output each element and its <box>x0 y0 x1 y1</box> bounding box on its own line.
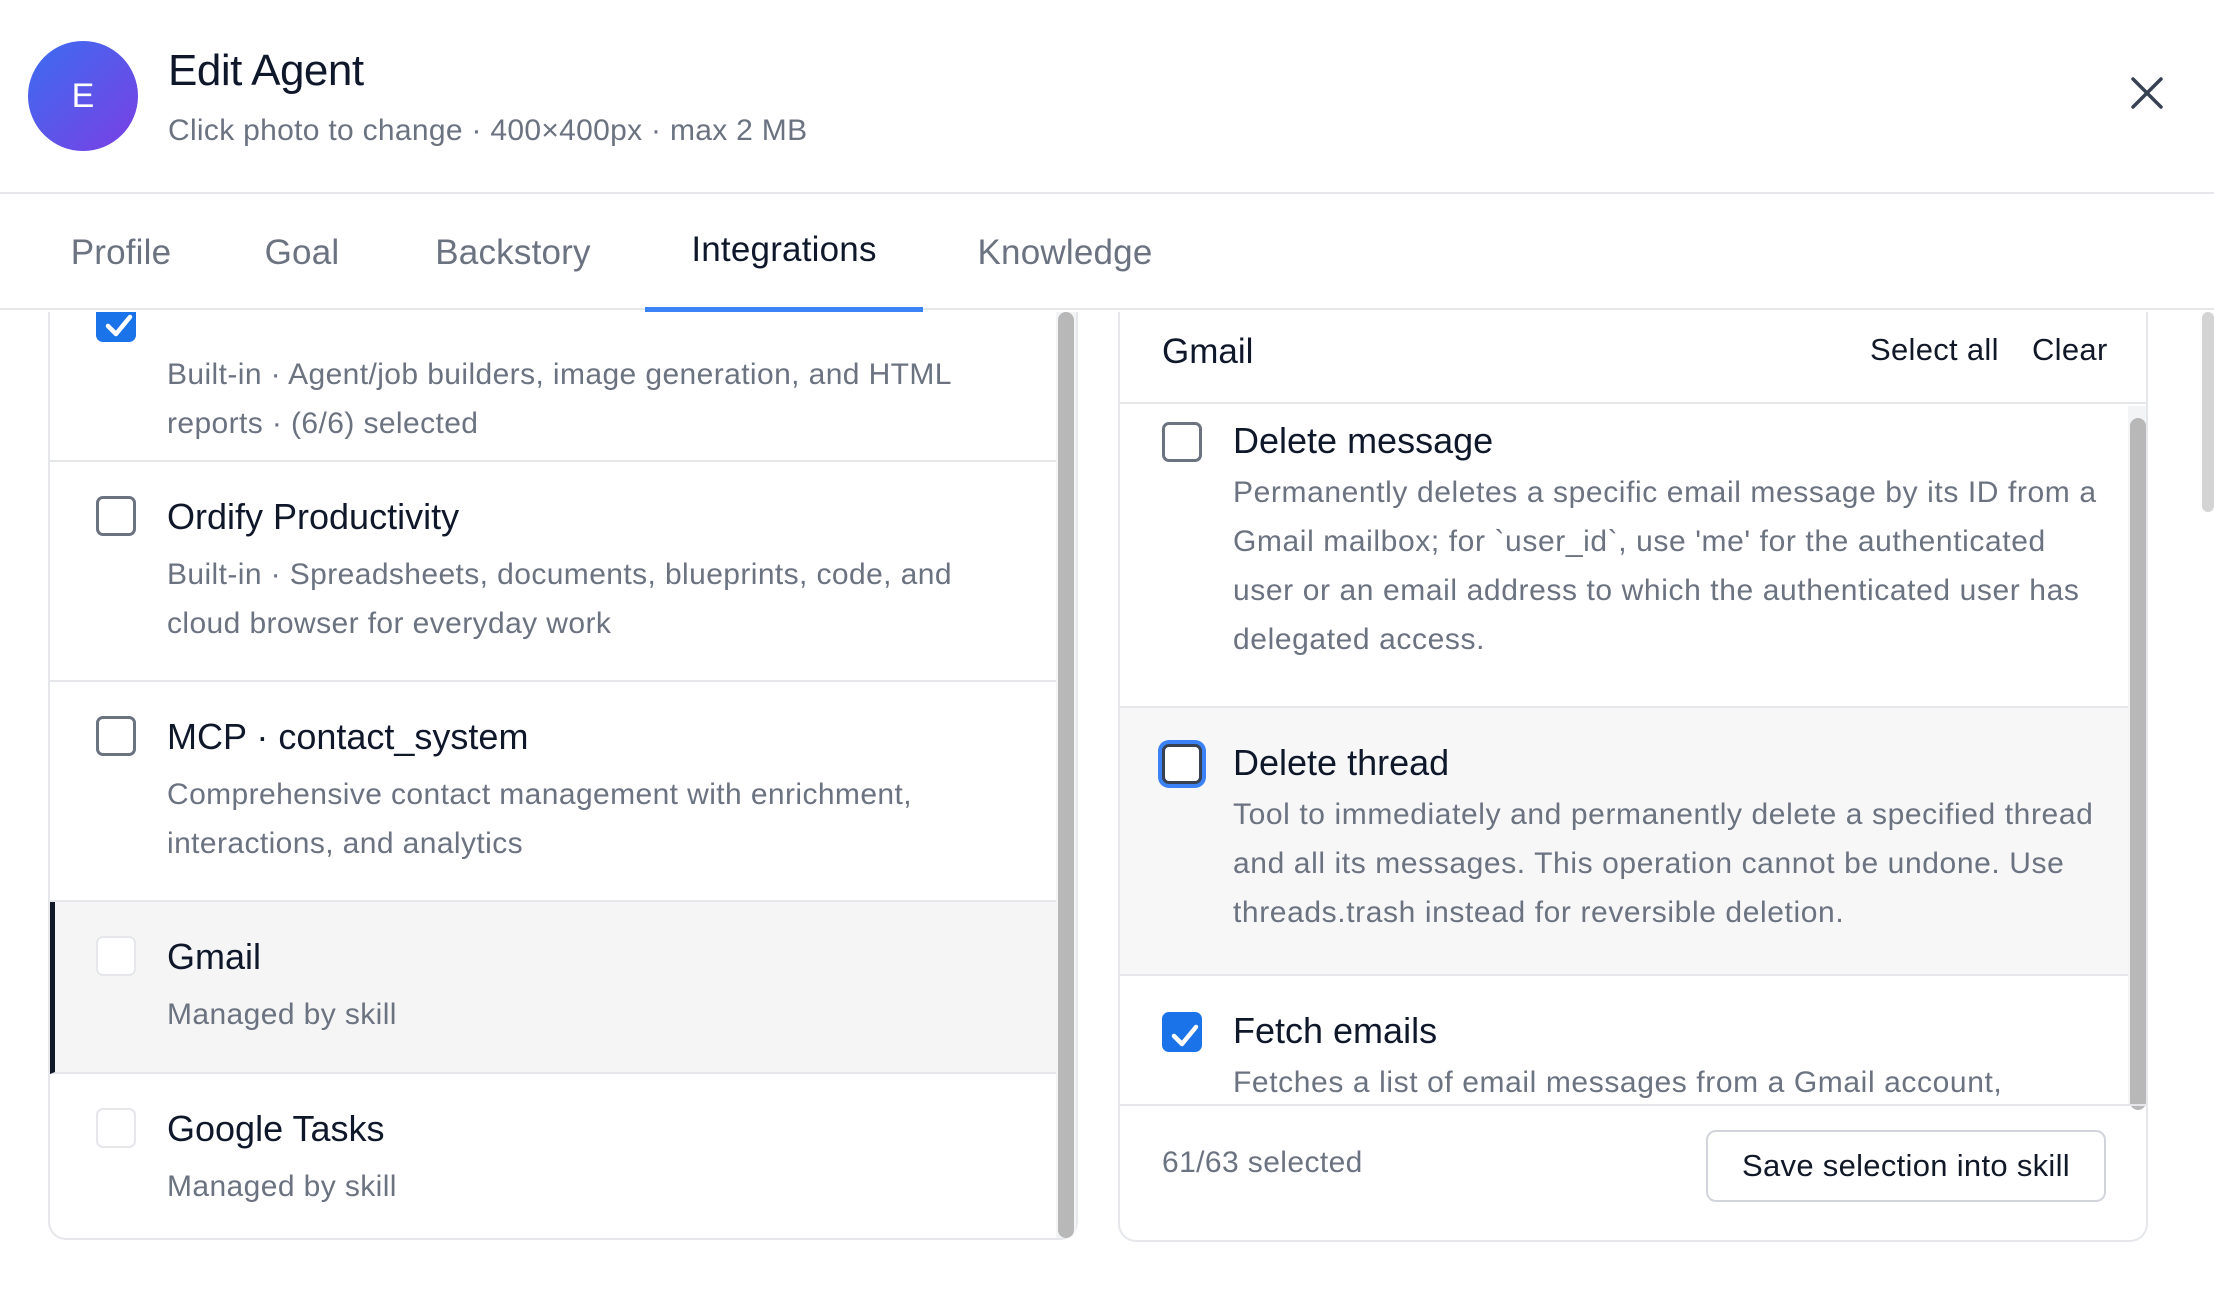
integration-name: MCP · contact_system <box>167 716 529 757</box>
tab-label: Profile <box>70 233 172 272</box>
integration-item-google-tasks[interactable]: Google Tasks Managed by skill <box>50 1074 1056 1238</box>
tools-scrollbar[interactable] <box>2128 406 2146 1110</box>
integration-description: Managed by skill <box>167 1170 397 1203</box>
tool-checkbox[interactable] <box>1162 744 1202 784</box>
photo-hint: Click photo to change · 400×400px · max … <box>168 114 808 147</box>
integration-checkbox[interactable] <box>96 312 136 342</box>
tab-knowledge[interactable]: Knowledge <box>960 196 1170 310</box>
tab-label: Goal <box>264 233 340 272</box>
close-icon <box>2131 77 2163 109</box>
tool-description: Tool to immediately and permanently dele… <box>1233 798 2094 929</box>
tool-item-delete-thread[interactable]: Delete thread Tool to immediately and pe… <box>1120 708 2128 976</box>
save-selection-button[interactable]: Save selection into skill <box>1706 1130 2106 1202</box>
integration-name: Google Tasks <box>167 1108 385 1149</box>
scrollbar-thumb[interactable] <box>2202 312 2214 512</box>
avatar-initial: E <box>71 76 95 115</box>
clear-button[interactable]: Clear <box>2032 332 2108 368</box>
scrollbar-thumb[interactable] <box>2130 418 2146 1110</box>
integration-item-ordify-productivity[interactable]: Ordify Productivity Built-in · Spreadshe… <box>50 462 1056 682</box>
integration-name: Gmail <box>167 936 262 977</box>
tab-backstory[interactable]: Backstory <box>416 196 610 310</box>
integration-description: Managed by skill <box>167 998 397 1031</box>
integration-item-gmail[interactable]: Gmail Managed by skill <box>50 902 1056 1074</box>
integrations-list: Built-in · Agent/job builders, image gen… <box>48 312 1078 1240</box>
integration-item-builtin[interactable]: Built-in · Agent/job builders, image gen… <box>50 312 1056 462</box>
tab-integrations[interactable]: Integrations <box>645 196 923 312</box>
tools-panel-footer: 61/63 selected Save selection into skill <box>1120 1104 2146 1240</box>
select-all-button[interactable]: Select all <box>1870 332 1999 368</box>
integration-description: Built-in · Spreadsheets, documents, blue… <box>167 558 952 640</box>
page-scrollbar[interactable] <box>2202 312 2214 1152</box>
tool-item-fetch-emails[interactable]: Fetch emails Fetches a list of email mes… <box>1120 976 2128 1104</box>
tools-panel-header: Gmail Select all Clear <box>1120 312 2146 404</box>
integration-name: Ordify Productivity <box>167 496 460 537</box>
integration-checkbox[interactable] <box>96 716 136 756</box>
tool-description: Fetches a list of email messages from a … <box>1233 1066 2003 1099</box>
tool-name: Delete message <box>1233 420 1494 461</box>
integration-item-mcp-contact-system[interactable]: MCP · contact_system Comprehensive conta… <box>50 682 1056 902</box>
check-icon <box>1171 1024 1199 1047</box>
integration-description: Built-in · Agent/job builders, image gen… <box>167 358 951 440</box>
tools-panel-title: Gmail <box>1162 332 1254 371</box>
selected-count: 61/63 selected <box>1162 1146 1363 1179</box>
tab-bar: Profile Goal Backstory Integrations Know… <box>0 196 2214 312</box>
dialog-title: Edit Agent <box>168 46 364 95</box>
check-icon <box>105 314 133 337</box>
integration-checkbox <box>96 936 136 976</box>
dialog-header: E Edit Agent Click photo to change · 400… <box>0 0 2214 194</box>
tab-label: Integrations <box>691 230 877 269</box>
close-button[interactable] <box>2124 70 2170 116</box>
tab-label: Backstory <box>435 233 591 272</box>
integration-checkbox <box>96 1108 136 1148</box>
tool-description: Permanently deletes a specific email mes… <box>1233 476 2097 656</box>
tools-panel: Gmail Select all Clear Delete message Pe… <box>1118 312 2148 1242</box>
scrollbar-thumb[interactable] <box>1058 312 1074 1238</box>
tool-checkbox[interactable] <box>1162 1012 1202 1052</box>
tab-goal[interactable]: Goal <box>246 196 358 310</box>
integrations-scrollbar[interactable] <box>1056 312 1076 1238</box>
integration-description: Comprehensive contact management with en… <box>167 778 912 860</box>
tools-list: Delete message Permanently deletes a spe… <box>1120 406 2128 1104</box>
tool-name: Fetch emails <box>1233 1010 1438 1051</box>
tab-profile[interactable]: Profile <box>54 196 188 310</box>
tool-name: Delete thread <box>1233 742 1450 783</box>
integration-checkbox[interactable] <box>96 496 136 536</box>
tool-checkbox[interactable] <box>1162 422 1202 462</box>
tab-label: Knowledge <box>977 233 1153 272</box>
agent-avatar[interactable]: E <box>28 41 138 151</box>
tool-item-delete-message[interactable]: Delete message Permanently deletes a spe… <box>1120 406 2128 708</box>
